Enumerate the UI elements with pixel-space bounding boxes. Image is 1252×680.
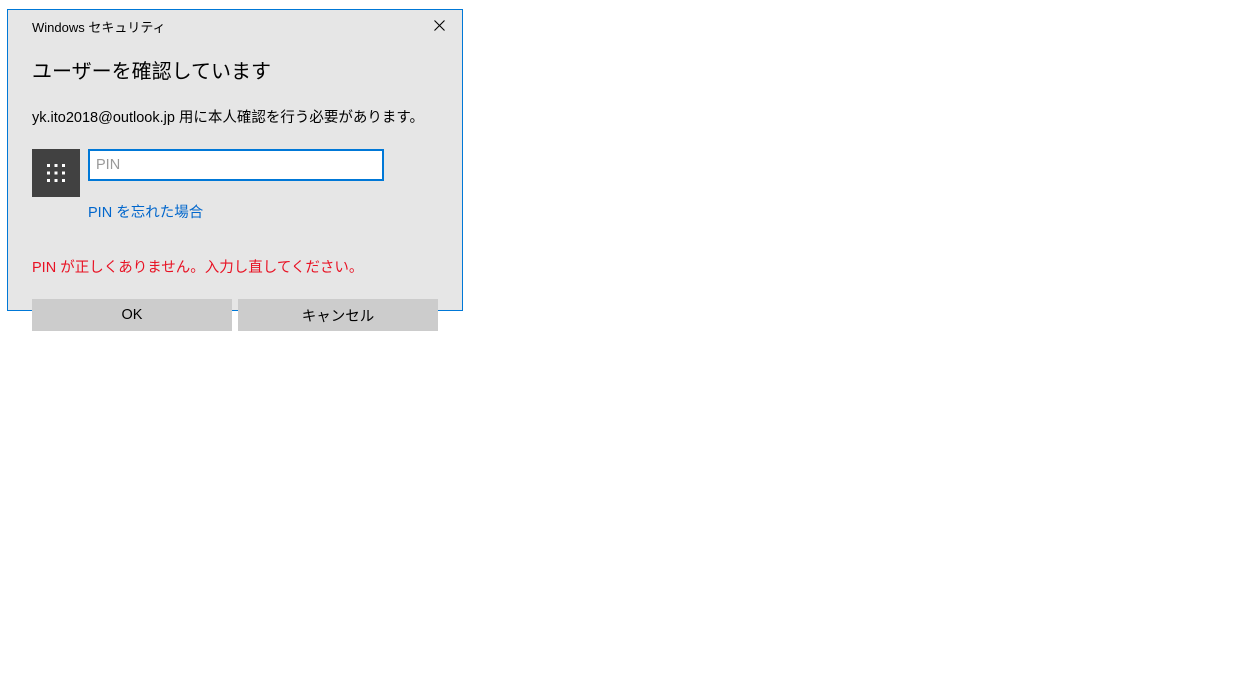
ok-button[interactable]: OK: [32, 299, 232, 331]
pin-row: PIN を忘れた場合: [32, 149, 438, 222]
titlebar: Windows セキュリティ: [8, 10, 462, 43]
close-icon: [434, 19, 445, 34]
close-button[interactable]: [416, 10, 462, 43]
cancel-button[interactable]: キャンセル: [238, 299, 438, 331]
instruction-text: yk.ito2018@outlook.jp 用に本人確認を行う必要があります。: [32, 106, 438, 127]
forgot-pin-link[interactable]: PIN を忘れた場合: [88, 201, 384, 222]
pin-input[interactable]: [88, 149, 384, 181]
error-message: PIN が正しくありません。入力し直してください。: [32, 256, 438, 277]
keypad-icon: [32, 149, 80, 197]
dialog-content: ユーザーを確認しています yk.ito2018@outlook.jp 用に本人確…: [8, 43, 462, 353]
security-dialog: Windows セキュリティ ユーザーを確認しています yk.ito2018@o…: [7, 9, 463, 311]
dialog-heading: ユーザーを確認しています: [32, 55, 438, 84]
dialog-title: Windows セキュリティ: [32, 17, 166, 36]
pin-input-column: PIN を忘れた場合: [88, 149, 384, 222]
button-row: OK キャンセル: [32, 299, 438, 331]
